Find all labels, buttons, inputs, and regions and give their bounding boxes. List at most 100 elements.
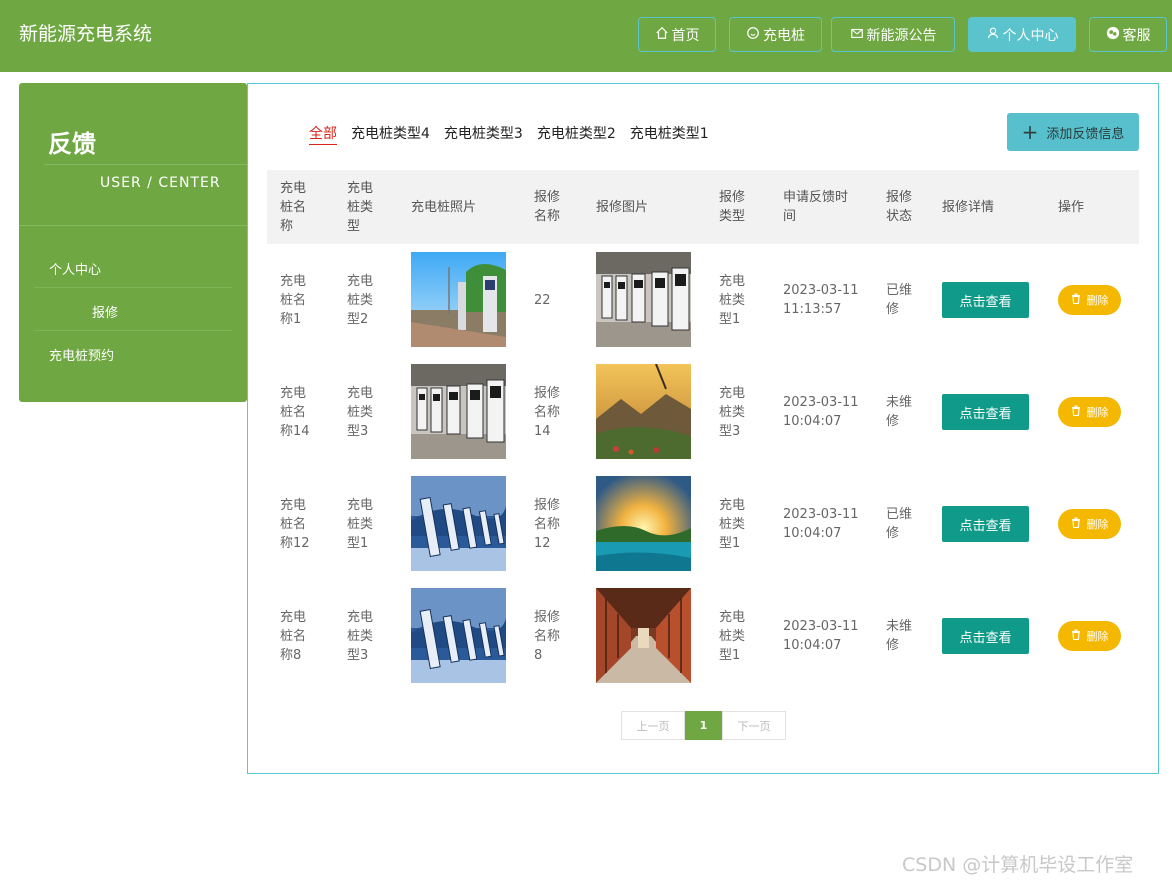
nav-charger-label: 充电桩 (763, 27, 805, 44)
nav-user-center-button[interactable]: 个人中心 (968, 17, 1076, 52)
delete-button[interactable]: 删除 (1058, 285, 1121, 315)
tab-type2[interactable]: 充电桩类型2 (537, 123, 616, 145)
cell-charger-type: 充电桩类型2 (347, 273, 374, 327)
sidebar-divider (44, 164, 247, 165)
nav-service-button[interactable]: 客服 (1089, 17, 1167, 52)
col-header: 充电桩类型 (347, 180, 374, 234)
chat-icon (1106, 26, 1120, 44)
table-row: 充电桩名称8 充电桩类型3 报修名称8 充电桩类型1 2023-03-11 10:04:… (267, 580, 1139, 692)
next-page-button[interactable]: 下一页 (722, 711, 786, 740)
delete-button[interactable]: 删除 (1058, 621, 1121, 651)
cell-repair-status: 已维修 (886, 283, 913, 317)
nav-service-label: 客服 (1122, 27, 1151, 44)
col-header: 操作 (1058, 199, 1085, 215)
circle-icon (746, 26, 760, 44)
feedback-table: 充电桩名称 充电桩类型 充电桩照片 报修名称 报修图片 报修类型 申请反馈时间 … (267, 170, 1139, 692)
sidebar-item-reservation[interactable]: 充电桩预约 (49, 345, 114, 364)
table-header: 充电桩名称 充电桩类型 充电桩照片 报修名称 报修图片 报修类型 申请反馈时间 … (267, 170, 1139, 244)
view-details-button[interactable]: 点击查看 (942, 394, 1029, 430)
cell-repair-status: 未维修 (886, 395, 913, 429)
table-row: 充电桩名称12 充电桩类型1 报修名称12 充电桩类型1 2023-03-11 10:0… (267, 468, 1139, 580)
col-header: 报修详情 (942, 199, 995, 215)
sidebar-item-divider (34, 287, 232, 288)
cell-repair-name: 报修名称8 (534, 609, 561, 663)
cell-repair-name: 22 (534, 292, 551, 308)
trash-icon (1071, 405, 1081, 419)
cell-repair-name: 报修名称12 (534, 497, 561, 551)
repair-photo (596, 363, 691, 459)
delete-label: 删除 (1086, 294, 1109, 307)
pagination: 上一页 1 下一页 (621, 711, 786, 740)
view-details-button[interactable]: 点击查看 (942, 282, 1029, 318)
col-header: 报修类型 (719, 190, 746, 224)
mail-icon (850, 26, 864, 44)
delete-label: 删除 (1086, 518, 1109, 531)
tab-type1[interactable]: 充电桩类型1 (630, 123, 709, 145)
page-number-button[interactable]: 1 (685, 711, 722, 740)
cell-charger-name: 充电桩名称12 (280, 497, 310, 551)
nav-home-button[interactable]: 首页 (638, 17, 716, 52)
table-row: 充电桩名称14 充电桩类型3 报修名称14 充电桩类型3 2023-03-11 10:0… (267, 356, 1139, 468)
delete-button[interactable]: 删除 (1058, 509, 1121, 539)
cell-charger-type: 充电桩类型3 (347, 385, 374, 439)
category-tabs: 全部 充电桩类型4 充电桩类型3 充电桩类型2 充电桩类型1 (309, 123, 709, 145)
delete-button[interactable]: 删除 (1058, 397, 1121, 427)
nav-user-center-label: 个人中心 (1002, 27, 1059, 44)
cell-repair-type: 充电桩类型1 (719, 497, 746, 551)
sidebar-item-divider (34, 330, 232, 331)
col-header: 充电桩名称 (280, 180, 307, 234)
sidebar: 反馈 USER / CENTER 个人中心 报修 充电桩预约 (19, 83, 247, 402)
charger-photo (411, 588, 506, 683)
cell-repair-type: 充电桩类型1 (719, 609, 746, 663)
view-details-button[interactable]: 点击查看 (942, 618, 1029, 654)
sidebar-item-repair[interactable]: 报修 (92, 302, 118, 321)
tab-type4[interactable]: 充电桩类型4 (351, 123, 430, 145)
main-panel: 全部 充电桩类型4 充电桩类型3 充电桩类型2 充电桩类型1 + 添加反馈信息 … (247, 83, 1159, 774)
charger-photo (411, 476, 506, 571)
tab-all[interactable]: 全部 (309, 123, 337, 145)
sidebar-title: 反馈 (48, 130, 96, 158)
cell-repair-status: 已维修 (886, 507, 913, 541)
nav-charger-button[interactable]: 充电桩 (729, 17, 822, 52)
cell-charger-name: 充电桩名称14 (280, 385, 310, 439)
table-row: 充电桩名称1 充电桩类型2 22 充电桩类型1 2023-03-11 11:13:57 已… (267, 244, 1139, 356)
prev-page-button[interactable]: 上一页 (621, 711, 685, 740)
sidebar-subtitle: USER / CENTER (100, 175, 221, 191)
delete-label: 删除 (1086, 406, 1109, 419)
sidebar-item-user-center[interactable]: 个人中心 (49, 259, 101, 278)
cell-repair-type: 充电桩类型3 (719, 385, 746, 439)
cell-apply-time: 2023-03-11 10:04:07 (783, 619, 859, 653)
trash-icon (1071, 293, 1081, 307)
add-feedback-button[interactable]: + 添加反馈信息 (1007, 113, 1139, 151)
repair-photo (596, 252, 691, 347)
charger-photo (411, 252, 506, 347)
cell-charger-type: 充电桩类型1 (347, 497, 374, 551)
delete-label: 删除 (1086, 630, 1109, 643)
cell-repair-name: 报修名称14 (534, 385, 561, 439)
sidebar-divider (19, 225, 247, 226)
nav-announcement-button[interactable]: 新能源公告 (831, 17, 955, 52)
cell-charger-name: 充电桩名称8 (280, 609, 307, 663)
repair-photo (596, 588, 691, 683)
col-header: 充电桩照片 (411, 199, 477, 215)
nav-home-label: 首页 (671, 27, 700, 44)
col-header: 报修名称 (534, 190, 561, 224)
watermark: CSDN @计算机毕设工作室 (902, 854, 1134, 876)
cell-apply-time: 2023-03-11 10:04:07 (783, 395, 859, 429)
cell-apply-time: 2023-03-11 11:13:57 (783, 283, 859, 317)
home-icon (655, 26, 669, 44)
col-header: 报修图片 (596, 199, 649, 215)
cell-charger-name: 充电桩名称1 (280, 273, 307, 327)
view-details-button[interactable]: 点击查看 (942, 506, 1029, 542)
tab-type3[interactable]: 充电桩类型3 (444, 123, 523, 145)
col-header: 报修状态 (886, 190, 913, 224)
cell-apply-time: 2023-03-11 10:04:07 (783, 507, 859, 541)
add-feedback-label: 添加反馈信息 (1046, 126, 1125, 142)
user-icon (986, 26, 1000, 44)
cell-charger-type: 充电桩类型3 (347, 609, 374, 663)
cell-repair-type: 充电桩类型1 (719, 273, 746, 327)
charger-photo (411, 364, 506, 459)
trash-icon (1071, 629, 1081, 643)
top-navbar: 新能源充电系统 首页 充电桩 新能源公告 个人中心 客服 (0, 0, 1172, 72)
table-body: 充电桩名称1 充电桩类型2 22 充电桩类型1 2023-03-11 11:13:57 已… (267, 244, 1139, 692)
